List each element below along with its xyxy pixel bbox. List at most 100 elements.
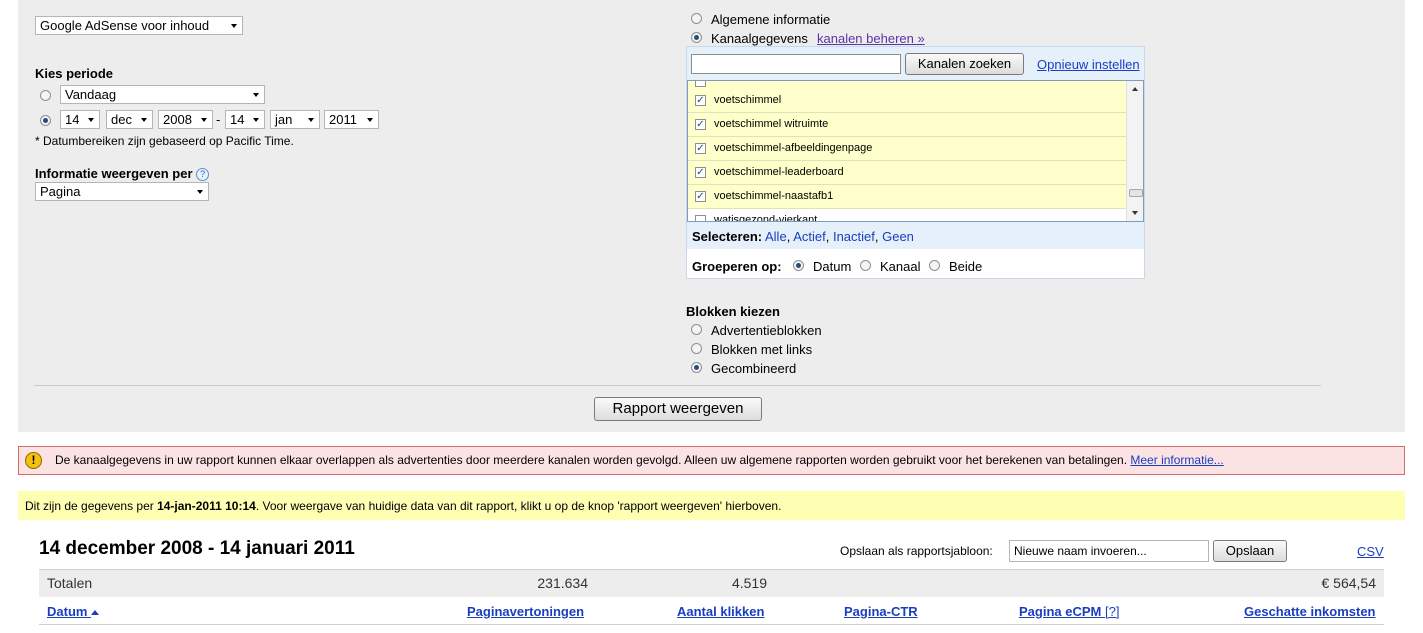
group-by-both-label: Beide — [949, 259, 983, 274]
column-ecpm[interactable]: Pagina eCPM [?] — [1019, 604, 1119, 619]
group-by-both-radio[interactable] — [929, 260, 940, 271]
ad-blocks-radio[interactable] — [691, 324, 702, 335]
timezone-note: * Datumbereiken zijn gebaseerd op Pacifi… — [35, 134, 294, 148]
channel-search-input[interactable] — [691, 54, 901, 74]
to-month-select[interactable]: jan — [270, 110, 320, 129]
period-preset-radio[interactable] — [40, 90, 51, 101]
to-day-select[interactable]: 14 — [225, 110, 265, 129]
group-by-label: Groeperen op: — [692, 259, 782, 274]
totals-row: Totalen 231.634 4.519 € 564,54 — [39, 569, 1384, 597]
column-impressions[interactable]: Paginavertoningen — [467, 604, 584, 619]
channel-name: voetschimmel — [714, 94, 782, 106]
show-per-value: Pagina — [40, 184, 81, 199]
channel-search-button[interactable]: Kanalen zoeken — [905, 53, 1024, 75]
to-year-select[interactable]: 2011 — [324, 110, 379, 129]
divider — [34, 385, 1321, 386]
save-template-label: Opslaan als rapportsjabloon: — [840, 544, 993, 558]
combined-blocks-radio[interactable] — [691, 362, 702, 373]
list-item[interactable]: ✓ voetschimmel-afbeeldingenpage — [688, 137, 1126, 161]
to-day-value: 14 — [230, 112, 245, 127]
channel-name: voetschimmel witruimte — [714, 118, 829, 130]
group-by-channel-radio[interactable] — [860, 260, 871, 271]
column-clicks[interactable]: Aantal klikken — [677, 604, 764, 619]
select-none-link[interactable]: Geen — [882, 229, 914, 244]
link-blocks-radio[interactable] — [691, 343, 702, 354]
csv-link[interactable]: CSV — [1357, 544, 1384, 559]
more-info-link[interactable]: Meer informatie... — [1130, 453, 1223, 467]
period-preset-value: Vandaag — [65, 87, 117, 102]
show-per-heading: Informatie weergeven per ? — [35, 166, 210, 181]
from-year-value: 2008 — [163, 112, 192, 127]
chevron-down-icon — [88, 118, 94, 122]
list-item[interactable]: ✓ voetschimmel witruimte — [688, 113, 1126, 137]
from-year-select[interactable]: 2008 — [158, 110, 213, 129]
column-earnings[interactable]: Geschatte inkomsten — [1244, 604, 1376, 619]
list-item[interactable]: watisgezond-vierkant — [688, 209, 1126, 222]
channel-name: voetschimmel-naastafb1 — [714, 190, 834, 202]
totals-earnings: € 564,54 — [1321, 575, 1377, 591]
warning-icon: ! — [25, 452, 42, 469]
to-year-value: 2011 — [329, 112, 357, 127]
scroll-down-icon[interactable] — [1132, 211, 1138, 215]
date-range-dash: - — [216, 112, 221, 127]
channel-data-label: Kanaalgegevens — [711, 31, 808, 46]
chevron-down-icon — [253, 118, 259, 122]
channel-name: watisgezond-vierkant — [714, 214, 818, 222]
channel-checkbox[interactable]: ✓ — [695, 143, 706, 154]
select-all-link[interactable]: Alle — [765, 229, 787, 244]
chevron-down-icon — [197, 190, 203, 194]
select-active-link[interactable]: Actief — [793, 229, 826, 244]
combined-blocks-label: Gecombineerd — [711, 361, 797, 376]
list-item[interactable]: ✓ voetschimmel-leaderboard — [688, 161, 1126, 185]
period-custom-radio[interactable] — [40, 115, 51, 126]
channel-list-scrollbar[interactable] — [1126, 81, 1143, 221]
period-heading: Kies periode — [35, 66, 114, 81]
data-timestamp-notice: Dit zijn de gegevens per 14-jan-2011 10:… — [18, 491, 1405, 520]
manage-channels-link[interactable]: kanalen beheren » — [817, 31, 925, 46]
channel-checkbox[interactable]: ✓ — [695, 167, 706, 178]
save-template-button[interactable]: Opslaan — [1213, 540, 1287, 562]
to-month-value: jan — [275, 112, 293, 127]
chevron-down-icon — [253, 93, 259, 97]
link-blocks-label: Blokken met links — [711, 342, 813, 357]
chevron-down-icon — [308, 118, 314, 122]
blocks-heading: Blokken kiezen — [686, 304, 780, 319]
warning-message: De kanaalgegevens in uw rapport kunnen e… — [55, 453, 1128, 467]
column-ctr[interactable]: Pagina-CTR — [844, 604, 918, 619]
totals-clicks: 4.519 — [731, 575, 767, 591]
group-by-date-radio[interactable] — [793, 260, 804, 271]
channel-checkbox[interactable]: ✓ — [695, 95, 706, 106]
scroll-up-icon[interactable] — [1132, 87, 1138, 91]
notice-text: Dit zijn de gegevens per 14-jan-2011 10:… — [25, 499, 781, 513]
ecpm-help-link[interactable]: [?] — [1105, 604, 1119, 619]
scroll-thumb[interactable] — [1129, 189, 1143, 197]
template-name-input[interactable] — [1009, 540, 1209, 562]
channel-checkbox[interactable]: ✓ — [695, 119, 706, 130]
ad-blocks-label: Advertentieblokken — [711, 323, 822, 338]
select-inactive-link[interactable]: Inactief — [833, 229, 875, 244]
help-icon[interactable]: ? — [196, 168, 210, 181]
from-day-value: 14 — [65, 112, 80, 127]
list-item[interactable]: ✓ voetschimmel — [688, 89, 1126, 113]
totals-impressions: 231.634 — [537, 575, 588, 591]
channel-list: ✓ voetschimmel ✓ voetschimmel witruimte ✓ v… — [687, 80, 1144, 222]
show-per-heading-text: Informatie weergeven per — [35, 166, 193, 181]
from-month-select[interactable]: dec — [106, 110, 153, 129]
product-select[interactable]: Google AdSense voor inhoud — [35, 16, 243, 35]
general-info-radio[interactable] — [691, 13, 702, 24]
channel-data-radio[interactable] — [691, 32, 702, 43]
channel-checkbox[interactable] — [695, 215, 706, 221]
list-item[interactable]: ✓ voetschimmel-naastafb1 — [688, 185, 1126, 209]
channel-checkbox[interactable]: ✓ — [695, 191, 706, 202]
show-report-button[interactable]: Rapport weergeven — [594, 397, 762, 421]
show-per-select[interactable]: Pagina — [35, 182, 209, 201]
column-date[interactable]: Datum — [47, 604, 100, 619]
from-day-select[interactable]: 14 — [60, 110, 100, 129]
chevron-down-icon — [201, 118, 207, 122]
channel-checkbox[interactable] — [695, 81, 706, 87]
notice-prefix: Dit zijn de gegevens per — [25, 499, 158, 513]
period-preset-select[interactable]: Vandaag — [60, 85, 265, 104]
totals-label: Totalen — [47, 575, 93, 591]
reset-channels-link[interactable]: Opnieuw instellen — [1037, 57, 1140, 72]
group-by-date-label: Datum — [813, 259, 852, 274]
